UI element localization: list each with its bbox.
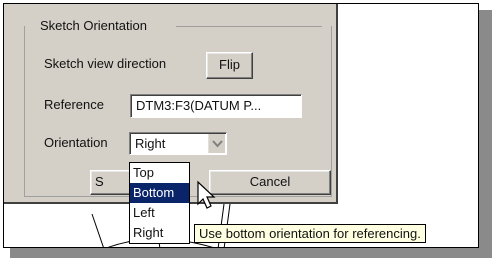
group-divider [176,26,322,27]
orientation-select[interactable]: Right [129,132,227,155]
option-left[interactable]: Left [130,203,189,223]
cancel-button[interactable]: Cancel [209,170,331,195]
screenshot-frame: Sketch Orientation Sketch view direction… [3,3,479,248]
option-bottom[interactable]: Bottom [130,183,189,203]
option-right[interactable]: Right [130,223,189,243]
flip-button[interactable]: Flip [206,52,253,79]
orientation-selected-value: Right [135,136,166,151]
view-direction-label: Sketch view direction [44,56,167,71]
tooltip: Use bottom orientation for referencing. [194,224,426,243]
chevron-down-icon[interactable] [208,134,225,153]
reference-field[interactable]: DTM3:F3(DATUM P... [130,94,302,118]
reference-label: Reference [44,97,104,112]
orientation-dropdown-list: Top Bottom Left Right [129,162,190,244]
mouse-pointer-icon [197,180,216,209]
orientation-label: Orientation [44,135,108,150]
group-title: Sketch Orientation [34,18,153,33]
option-top[interactable]: Top [130,163,189,183]
